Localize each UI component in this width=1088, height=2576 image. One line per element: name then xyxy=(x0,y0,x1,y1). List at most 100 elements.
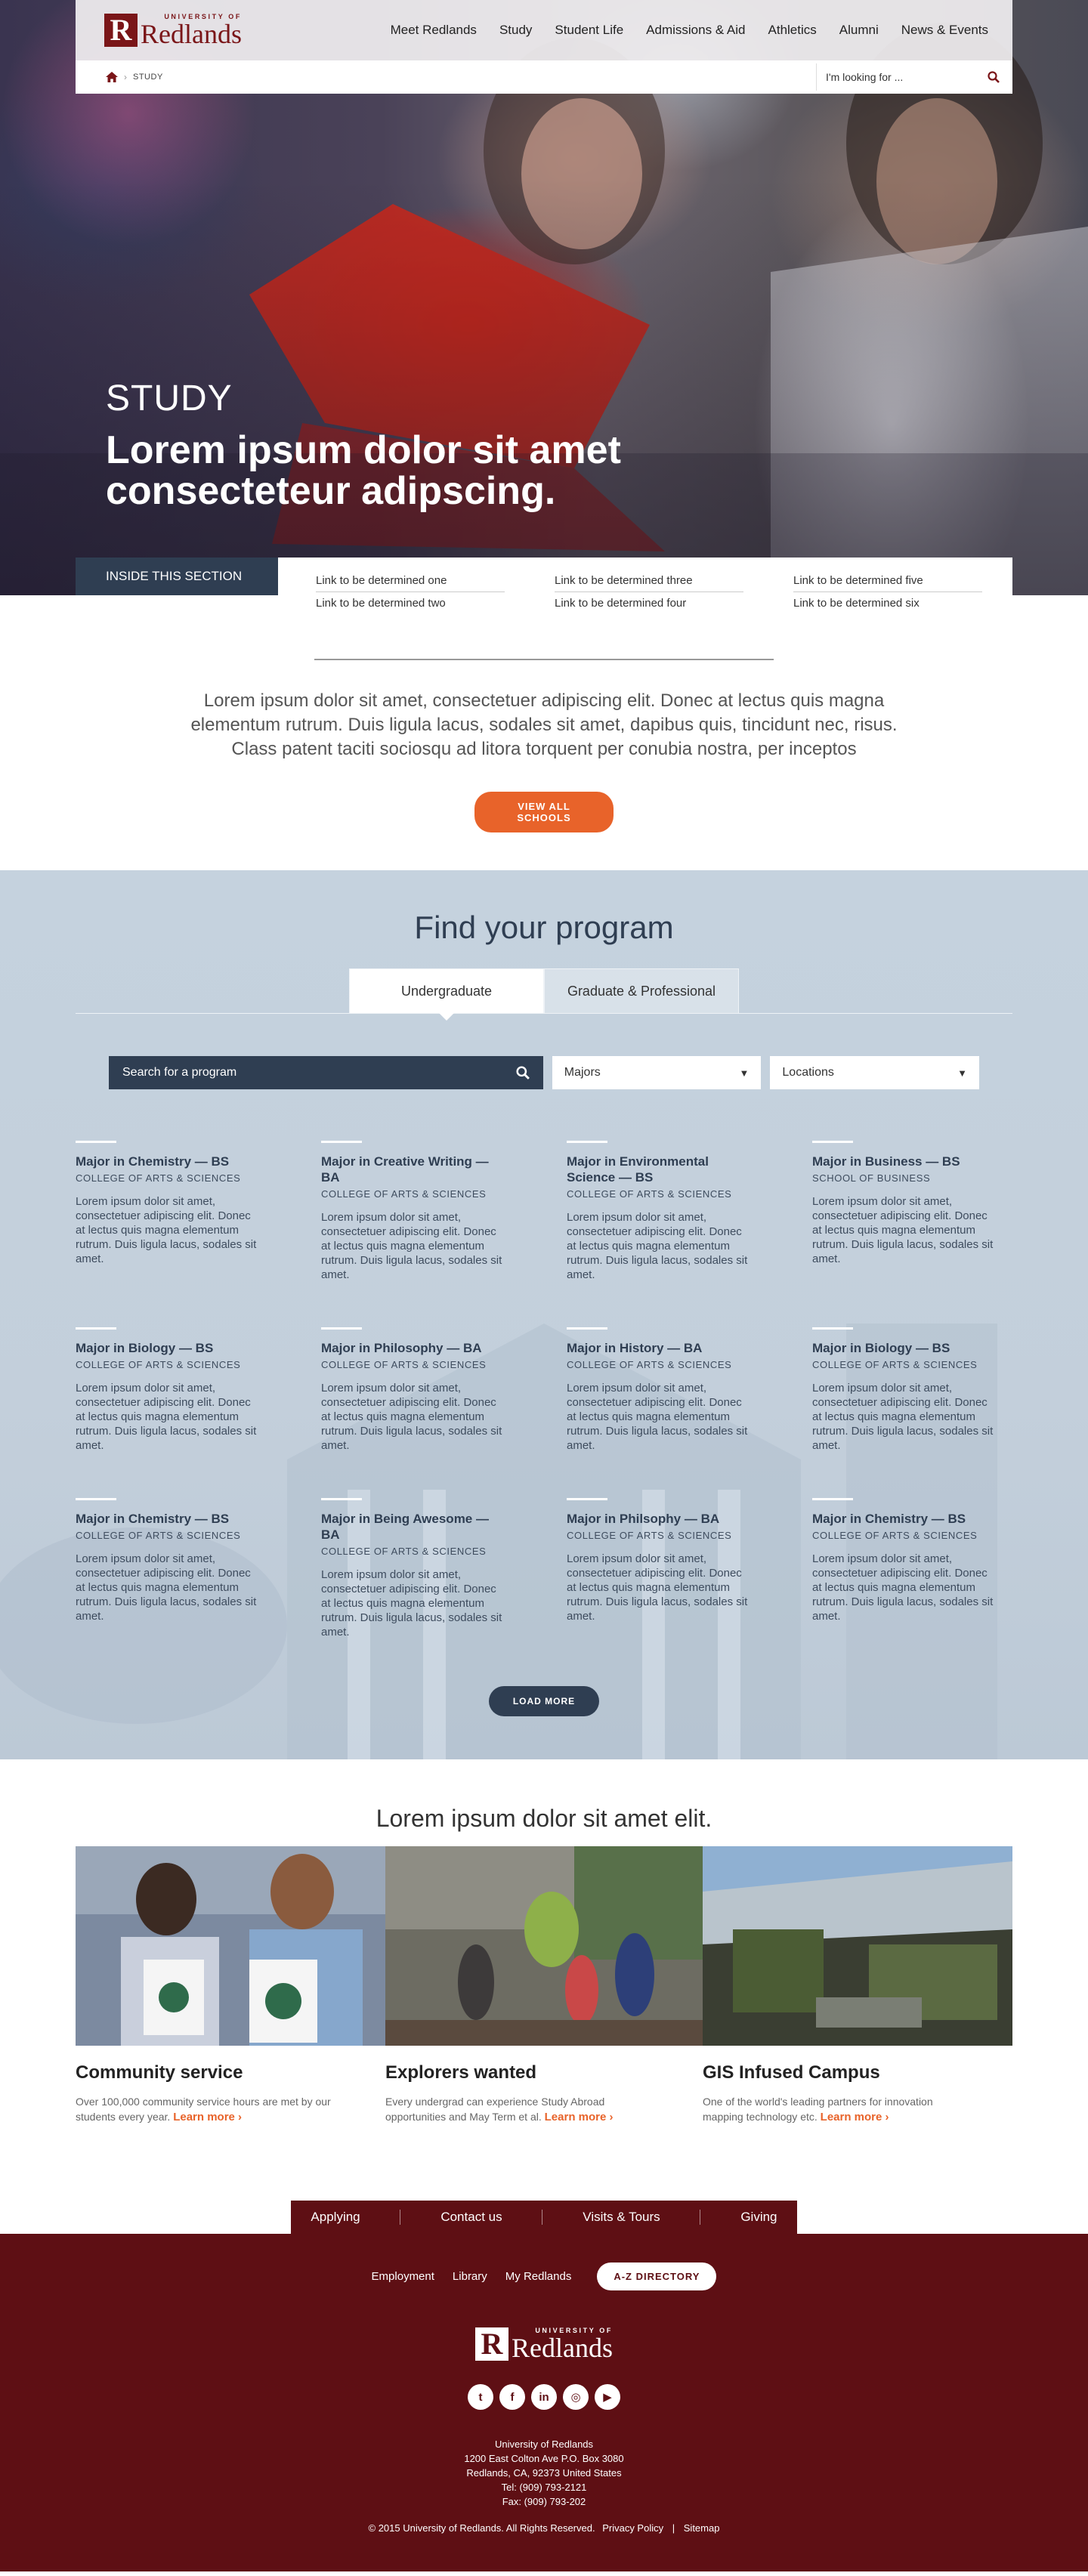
program-card-rule xyxy=(567,1141,607,1143)
logo-big-text: Redlands xyxy=(512,2333,613,2363)
load-more-button[interactable]: LOAD MORE xyxy=(489,1686,599,1716)
program-school: COLLEGE OF ARTS & SCIENCES xyxy=(76,1359,241,1370)
home-icon[interactable] xyxy=(106,72,118,82)
nav-study[interactable]: Study xyxy=(499,23,532,38)
program-card-rule xyxy=(321,1498,362,1500)
program-card[interactable]: Major in Philsophy — BA COLLEGE OF ARTS &… xyxy=(567,1498,752,1639)
program-school: COLLEGE OF ARTS & SCIENCES xyxy=(567,1359,732,1370)
instagram-icon[interactable]: ◎ xyxy=(563,2384,589,2410)
nav-athletics[interactable]: Athletics xyxy=(768,23,817,38)
address-line: Fax: (909) 793-202 xyxy=(502,2496,586,2507)
search-icon[interactable] xyxy=(982,66,1005,88)
program-description: Lorem ipsum dolor sit amet, consectetuer… xyxy=(76,1382,257,1452)
inside-link-six[interactable]: Link to be determined six xyxy=(793,597,982,614)
learn-more-link[interactable]: Learn more › xyxy=(545,2111,614,2124)
breadcrumb-current: STUDY xyxy=(133,73,163,82)
program-description: Lorem ipsum dolor sit amet, consectetuer… xyxy=(812,1195,994,1265)
twitter-icon[interactable]: t xyxy=(468,2384,493,2410)
program-card-rule xyxy=(567,1498,607,1500)
program-description: Lorem ipsum dolor sit amet, consectetuer… xyxy=(567,1382,748,1452)
address-line: University of Redlands xyxy=(494,2439,594,2450)
footer-tab-visits[interactable]: Visits & Tours xyxy=(583,2210,660,2225)
feature-body: Explorers wanted Every undergrad can exp… xyxy=(385,2046,703,2125)
site-search-input[interactable] xyxy=(817,71,982,83)
footer-link-employment[interactable]: Employment xyxy=(372,2270,434,2283)
facebook-icon[interactable]: f xyxy=(499,2384,525,2410)
tab-graduate-professional[interactable]: Graduate & Professional xyxy=(544,968,739,1014)
intro-divider xyxy=(314,659,774,660)
program-finder-title: Find your program xyxy=(414,910,674,945)
program-card[interactable]: Major in Chemistry — BS COLLEGE OF ARTS &… xyxy=(812,1498,997,1639)
program-title: Major in Chemistry — BS xyxy=(76,1512,230,1526)
search-icon[interactable] xyxy=(512,1061,534,1084)
program-card[interactable]: Major in Biology — BS COLLEGE OF ARTS & S… xyxy=(76,1327,261,1453)
footer-tab-contact[interactable]: Contact us xyxy=(440,2210,502,2225)
program-description: Lorem ipsum dolor sit amet, consectetuer… xyxy=(321,1568,502,1639)
university-logo[interactable]: R UNIVERSITY OF Redlands xyxy=(104,13,242,48)
nav-student-life[interactable]: Student Life xyxy=(555,23,623,38)
breadcrumb-bar: › STUDY xyxy=(76,60,1012,94)
program-card[interactable]: Major in Creative Writing — BA COLLEGE OF… xyxy=(321,1141,506,1282)
program-title: Major in Chemistry — BS xyxy=(812,1512,966,1526)
social-links: t f in ◎ ▶ xyxy=(0,2384,1088,2410)
program-search-input[interactable] xyxy=(109,1066,512,1080)
program-school: SCHOOL OF BUSINESS xyxy=(812,1172,931,1184)
chevron-down-icon: ▼ xyxy=(957,1067,968,1079)
learn-more-link[interactable]: Learn more › xyxy=(173,2111,242,2124)
locations-select[interactable]: Locations ▼ xyxy=(770,1056,980,1089)
learn-more-link[interactable]: Learn more › xyxy=(821,2111,889,2124)
program-school: COLLEGE OF ARTS & SCIENCES xyxy=(812,1359,978,1370)
program-card-rule xyxy=(76,1141,116,1143)
program-title: Major in Biology — BS xyxy=(76,1341,214,1355)
program-title: Major in Environmental Science — BS xyxy=(567,1154,709,1185)
program-card-rule xyxy=(76,1498,116,1500)
inside-link-five[interactable]: Link to be determined five xyxy=(793,574,982,592)
youtube-icon[interactable]: ▶ xyxy=(595,2384,620,2410)
logo-mark: R xyxy=(104,14,138,47)
program-school: COLLEGE OF ARTS & SCIENCES xyxy=(321,1188,487,1200)
tab-undergraduate[interactable]: Undergraduate xyxy=(349,968,544,1021)
program-card-rule xyxy=(76,1327,116,1330)
majors-select[interactable]: Majors ▼ xyxy=(552,1056,762,1089)
feature-card: Explorers wanted Every undergrad can exp… xyxy=(385,1846,703,2125)
inside-link-three[interactable]: Link to be determined three xyxy=(555,574,743,592)
az-directory-button[interactable]: A-Z DIRECTORY xyxy=(597,2262,717,2290)
program-card[interactable]: Major in Environmental Science — BS COLLE… xyxy=(567,1141,752,1282)
inside-section: INSIDE THIS SECTION Link to be determine… xyxy=(0,558,1088,636)
view-all-schools-button[interactable]: VIEW ALL SCHOOLS xyxy=(474,792,614,832)
program-school: COLLEGE OF ARTS & SCIENCES xyxy=(567,1530,732,1541)
footer-link-my-redlands[interactable]: My Redlands xyxy=(505,2270,572,2283)
footer-logo[interactable]: R UNIVERSITY OF Redlands xyxy=(475,2327,613,2361)
program-card[interactable]: Major in Chemistry — BS COLLEGE OF ARTS &… xyxy=(76,1141,261,1282)
program-card[interactable]: Major in History — BA COLLEGE OF ARTS & S… xyxy=(567,1327,752,1453)
program-school: COLLEGE OF ARTS & SCIENCES xyxy=(321,1359,487,1370)
inside-link-four[interactable]: Link to be determined four xyxy=(555,597,743,614)
copyright: © 2015 University of Redlands. All Right… xyxy=(0,2522,1088,2534)
inside-link-one[interactable]: Link to be determined one xyxy=(316,574,505,592)
nav-alumni[interactable]: Alumni xyxy=(839,23,879,38)
breadcrumb-separator: › xyxy=(124,72,127,82)
footer-tab-applying[interactable]: Applying xyxy=(311,2210,360,2225)
linkedin-icon[interactable]: in xyxy=(531,2384,557,2410)
inside-section-label: INSIDE THIS SECTION xyxy=(76,558,278,595)
features-title: Lorem ipsum dolor sit amet elit. xyxy=(376,1805,712,1832)
nav-meet-redlands[interactable]: Meet Redlands xyxy=(391,23,477,38)
footer-link-library[interactable]: Library xyxy=(453,2270,487,2283)
program-card[interactable]: Major in Being Awesome — BA COLLEGE OF AR… xyxy=(321,1498,506,1639)
program-card[interactable]: Major in Chemistry — BS COLLEGE OF ARTS &… xyxy=(76,1498,261,1639)
program-description: Lorem ipsum dolor sit amet, consectetuer… xyxy=(76,1552,257,1623)
intro-text: Lorem ipsum dolor sit amet, consectetuer… xyxy=(190,690,898,759)
footer-tab-giving[interactable]: Giving xyxy=(740,2210,777,2225)
program-card[interactable]: Major in Biology — BS COLLEGE OF ARTS & S… xyxy=(812,1327,997,1453)
hero-text: STUDY Lorem ipsum dolor sit amet consect… xyxy=(106,378,680,511)
nav-admissions[interactable]: Admissions & Aid xyxy=(646,23,745,38)
inside-link-two[interactable]: Link to be determined two xyxy=(316,597,505,614)
explorers-photo xyxy=(385,1846,703,2046)
program-card-rule xyxy=(321,1141,362,1143)
nav-news-events[interactable]: News & Events xyxy=(901,23,988,38)
program-card[interactable]: Major in Philosophy — BA COLLEGE OF ARTS … xyxy=(321,1327,506,1453)
privacy-policy-link[interactable]: Privacy Policy xyxy=(602,2522,663,2534)
sitemap-link[interactable]: Sitemap xyxy=(684,2522,720,2534)
program-card[interactable]: Major in Business — BS SCHOOL OF BUSINESS… xyxy=(812,1141,997,1282)
address-line: 1200 East Colton Ave P.O. Box 3080 xyxy=(464,2453,624,2464)
